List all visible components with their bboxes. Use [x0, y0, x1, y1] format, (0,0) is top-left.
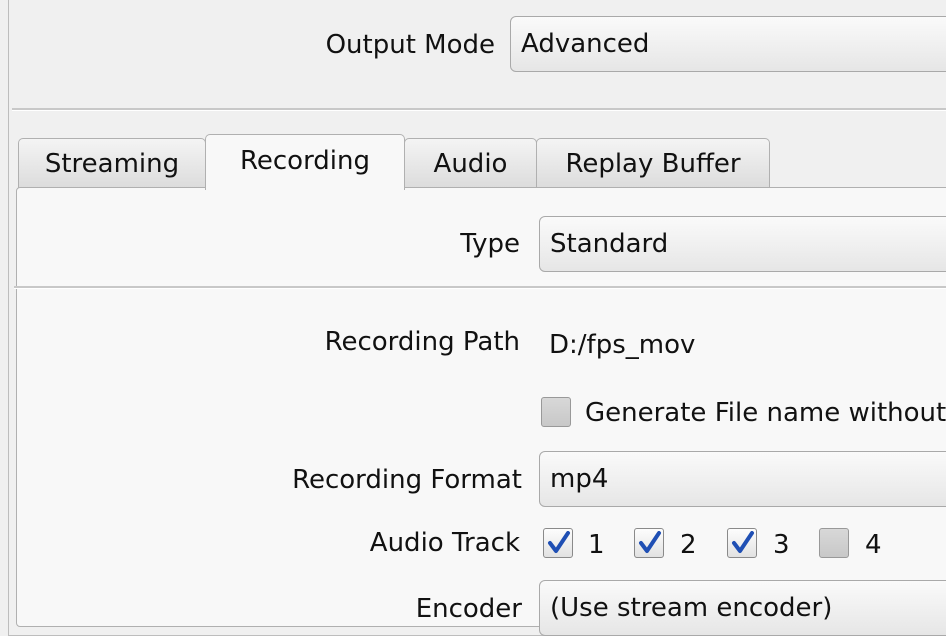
encoder-dropdown[interactable]: (Use stream encoder) [539, 580, 946, 636]
recording-format-dropdown[interactable]: mp4 [539, 451, 946, 507]
check-icon [639, 531, 661, 553]
check-icon [732, 531, 754, 553]
generate-filename-label: Generate File name without [585, 398, 946, 428]
audio-track-1-label: 1 [588, 530, 605, 560]
audio-track-4-checkbox[interactable] [819, 528, 849, 558]
type-dropdown[interactable]: Standard [539, 216, 946, 272]
recording-format-label: Recording Format [292, 465, 522, 495]
type-label: Type [460, 229, 520, 259]
generate-filename-checkbox[interactable] [541, 397, 571, 427]
check-icon [548, 531, 570, 553]
audio-track-3-checkbox[interactable] [727, 528, 757, 558]
audio-track-2-checkbox[interactable] [634, 528, 664, 558]
audio-track-3-label: 3 [773, 530, 790, 560]
divider [14, 286, 946, 289]
recording-path-label: Recording Path [324, 327, 520, 357]
encoder-label: Encoder [415, 594, 522, 624]
audio-track-label: Audio Track [369, 528, 520, 558]
audio-track-1-checkbox[interactable] [543, 528, 573, 558]
audio-track-2-label: 2 [680, 530, 697, 560]
audio-track-4-label: 4 [865, 530, 882, 560]
recording-path-value: D:/fps_mov [549, 330, 696, 360]
